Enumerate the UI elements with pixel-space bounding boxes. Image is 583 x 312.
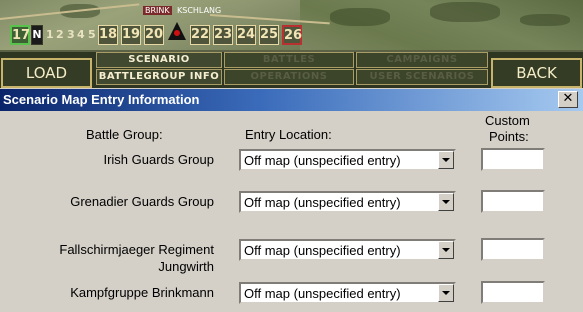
dialog-title: Scenario Map Entry Information <box>3 92 200 107</box>
unit-label: KSCHLANG <box>177 6 222 15</box>
phase-button[interactable]: 5 <box>88 25 96 45</box>
entry-location-value: Off map (unspecified entry) <box>244 153 401 168</box>
unit-label: BRINK <box>143 6 172 15</box>
phase-button[interactable]: 3 <box>67 25 75 45</box>
entry-location-select[interactable]: Off map (unspecified entry) <box>239 239 456 261</box>
chevron-down-icon[interactable] <box>438 193 454 211</box>
turn-button[interactable]: 25 <box>259 25 279 45</box>
entry-location-value: Off map (unspecified entry) <box>244 286 401 301</box>
chevron-down-icon[interactable] <box>438 284 454 302</box>
phase-button[interactable]: 1 <box>46 25 54 45</box>
entry-location-header: Entry Location: <box>245 127 332 142</box>
turn-button[interactable]: 22 <box>190 25 210 45</box>
phase-button[interactable]: 2 <box>56 25 64 45</box>
battle-group-name: Kampfgruppe Brinkmann <box>70 285 214 300</box>
chevron-down-icon[interactable] <box>438 241 454 259</box>
phase-button[interactable]: N <box>31 25 43 45</box>
chevron-down-icon[interactable] <box>438 151 454 169</box>
tab-battlegroup-info[interactable]: BATTLEGROUP INFO <box>96 69 222 85</box>
back-button[interactable]: BACK <box>491 58 582 88</box>
turn-bar: 17 N 1 2 3 4 5 18 19 20 22 23 24 25 26 <box>0 25 583 47</box>
custom-points-header: Points: <box>489 129 529 144</box>
turn-button[interactable]: 24 <box>236 25 256 45</box>
turn-button[interactable]: 18 <box>98 25 118 45</box>
custom-points-input[interactable] <box>481 281 545 304</box>
entry-location-value: Off map (unspecified entry) <box>244 243 401 258</box>
battle-group-name: Irish Guards Group <box>103 152 214 167</box>
dialog-titlebar[interactable]: Scenario Map Entry Information ✕ <box>0 89 583 111</box>
entry-location-value: Off map (unspecified entry) <box>244 195 401 210</box>
turn-button-last[interactable]: 26 <box>282 25 302 45</box>
turn-button[interactable]: 19 <box>121 25 141 45</box>
entry-location-select[interactable]: Off map (unspecified entry) <box>239 282 456 304</box>
turn-button[interactable]: 20 <box>144 25 164 45</box>
custom-points-input[interactable] <box>481 238 545 261</box>
custom-points-input[interactable] <box>481 148 545 171</box>
menu-row: LOAD FILE... SCENARIO SETTINGS BATTLEGRO… <box>0 52 583 88</box>
entry-location-select[interactable]: Off map (unspecified entry) <box>239 191 456 213</box>
phase-button[interactable]: 4 <box>77 25 85 45</box>
battle-group-header: Battle Group: <box>86 127 163 142</box>
game-header: BRINK KSCHLANG 17 N 1 2 3 4 5 18 19 20 2… <box>0 0 583 88</box>
map-woods <box>330 8 390 26</box>
battle-group-name: Jungwirth <box>158 259 214 274</box>
turn-button[interactable]: 23 <box>213 25 233 45</box>
custom-points-input[interactable] <box>481 190 545 213</box>
close-button[interactable]: ✕ <box>558 91 578 108</box>
tab-scenario-settings[interactable]: SCENARIO SETTINGS <box>96 52 222 79</box>
turn-button-current[interactable]: 17 <box>10 25 30 45</box>
map-woods <box>430 2 500 22</box>
load-file-button[interactable]: LOAD FILE... <box>1 58 92 88</box>
tab-campaigns[interactable]: CAMPAIGNS <box>356 52 488 68</box>
tab-battles[interactable]: BATTLES <box>224 52 354 68</box>
tab-operations[interactable]: OPERATIONS <box>224 69 354 85</box>
battle-group-name: Grenadier Guards Group <box>70 194 214 209</box>
tab-user-scenarios[interactable]: USER SCENARIOS <box>356 69 488 85</box>
entry-location-select[interactable]: Off map (unspecified entry) <box>239 149 456 171</box>
scenario-map-entry-dialog: Scenario Map Entry Information ✕ Battle … <box>0 89 583 312</box>
custom-points-header: Custom <box>485 113 530 128</box>
battle-group-name: Fallschirmjaeger Regiment <box>59 242 214 257</box>
